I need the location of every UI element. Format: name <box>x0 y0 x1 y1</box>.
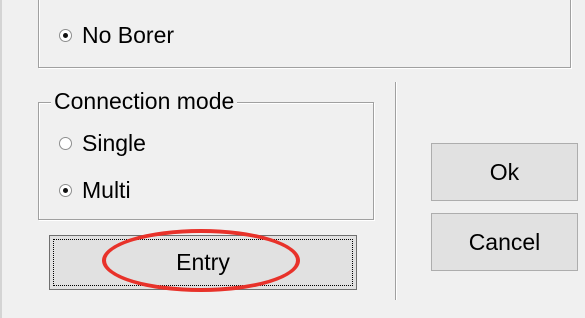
no-borer-radio-button[interactable] <box>59 28 72 42</box>
multi-radio-button[interactable] <box>59 183 72 197</box>
no-borer-label: No Borer <box>82 22 175 48</box>
cancel-button-label: Cancel <box>468 228 541 255</box>
radio-single[interactable]: Single <box>59 127 146 159</box>
entry-button-focus-rect <box>53 239 353 286</box>
borer-groupbox: No Borer <box>38 0 571 68</box>
connection-mode-groupbox: Connection mode Single Multi <box>38 87 374 220</box>
connection-mode-title: Connection mode <box>51 87 238 115</box>
cancel-button[interactable]: Cancel <box>431 213 578 271</box>
ok-button-label: Ok <box>489 158 520 185</box>
radio-no-borer[interactable]: No Borer <box>59 19 174 51</box>
radio-multi[interactable]: Multi <box>59 174 131 206</box>
ok-button[interactable]: Ok <box>431 143 578 201</box>
vertical-separator <box>395 82 397 300</box>
single-label: Single <box>82 130 146 156</box>
window-left-edge <box>0 0 2 318</box>
multi-label: Multi <box>82 177 131 203</box>
entry-button[interactable]: Entry <box>49 235 357 290</box>
single-radio-button[interactable] <box>59 136 72 150</box>
